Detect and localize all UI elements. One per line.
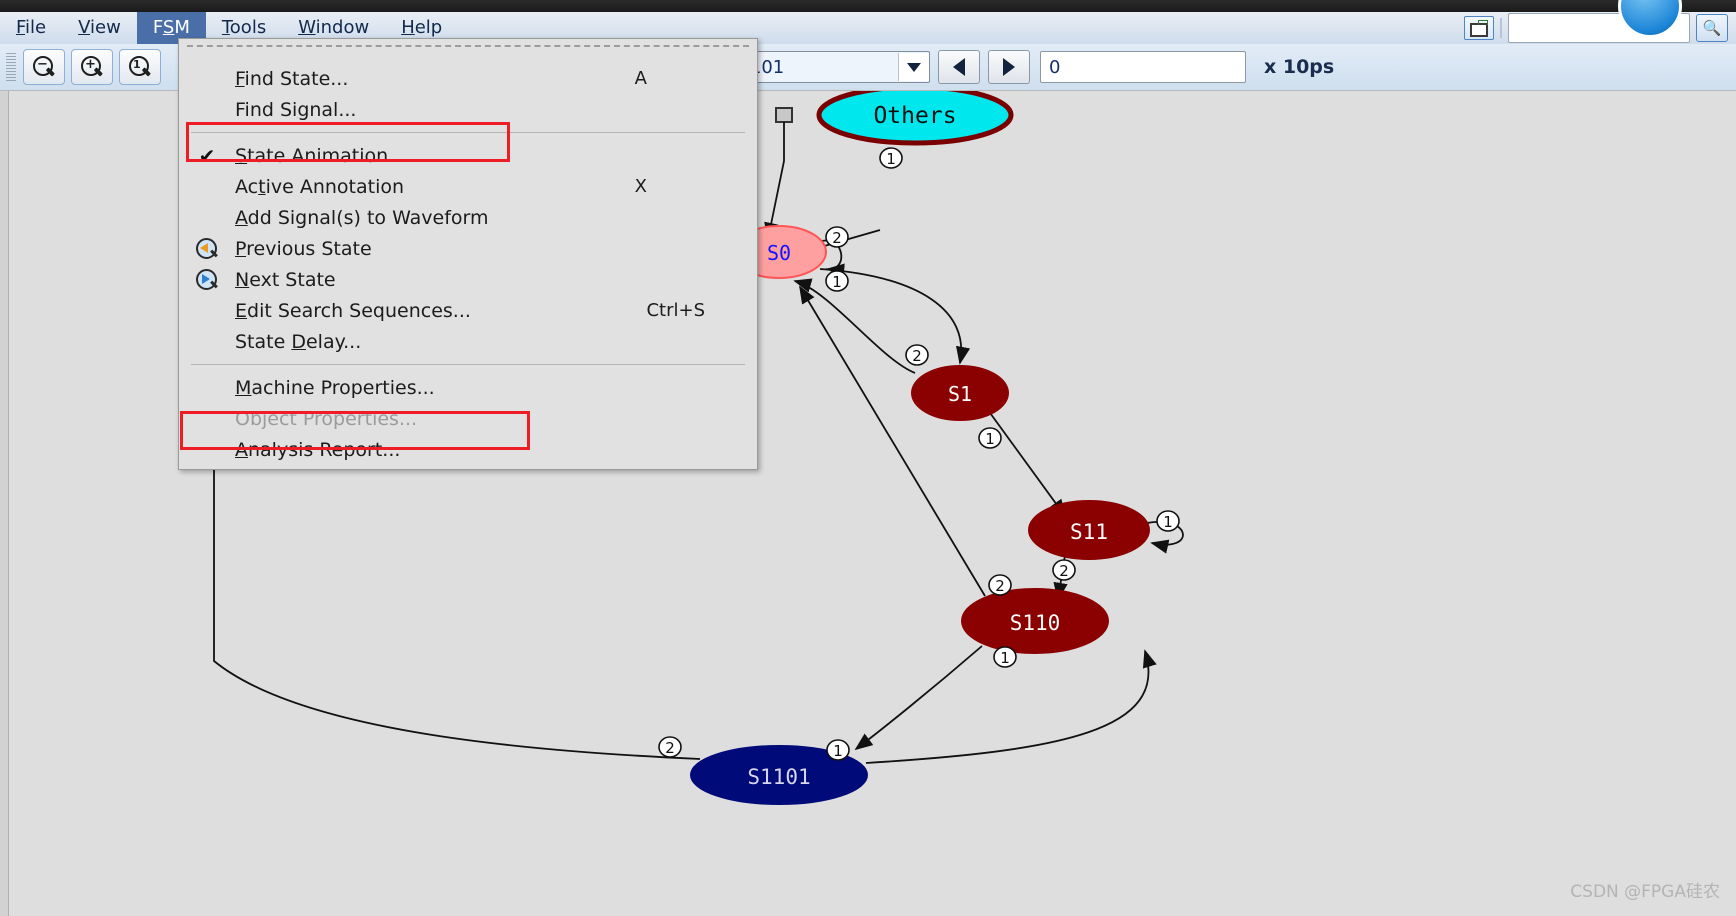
menu-accel-edit-search-sequences: Ctrl+S: [646, 300, 705, 321]
edge-s110-to-s1101: [854, 645, 983, 751]
transition-label: 2: [1059, 562, 1069, 580]
menu-item-state-delay[interactable]: State Delay...: [179, 326, 757, 357]
state-label-s0: S0: [767, 241, 791, 265]
menu-file[interactable]: File: [0, 12, 62, 44]
menu-item-machine-properties[interactable]: Machine Properties...: [179, 372, 757, 403]
menu-view[interactable]: View: [62, 12, 137, 44]
search-icon[interactable]: 🔍: [1696, 14, 1728, 42]
edge-start-to-s0: [764, 122, 785, 241]
transition-label: 2: [832, 229, 842, 247]
transition-label: 2: [912, 347, 922, 365]
state-label-s1: S1: [948, 382, 972, 406]
state-node-s1[interactable]: S1: [911, 365, 1009, 421]
zoom-out-icon[interactable]: −: [23, 49, 65, 85]
next-arrow-icon[interactable]: [988, 50, 1030, 84]
menu-item-add-signals-to-waveform[interactable]: Add Signal(s) to Waveform: [179, 202, 757, 233]
menu-item-find-signal[interactable]: Find Signal...: [179, 94, 757, 125]
transition-label: 1: [832, 273, 842, 291]
zoom-full-label: 1: [133, 58, 141, 71]
toolbar-grip[interactable]: [6, 53, 16, 81]
previous-state-icon: [179, 237, 235, 261]
start-marker: [775, 107, 793, 123]
transition-label: 2: [665, 739, 675, 757]
time-value-text: 0: [1049, 56, 1061, 78]
menu-accel-find-state: A: [634, 68, 647, 89]
transition-label: 1: [886, 150, 896, 168]
edge-s110-to-s0: [799, 285, 986, 597]
fsm-dropdown-menu[interactable]: Find State... A Find Signal... ✔ State A…: [178, 38, 758, 470]
toolbar-separator: [1500, 18, 1502, 38]
menu-item-object-properties: Object Properties...: [179, 403, 757, 434]
menu-item-active-annotation[interactable]: Active Annotation X: [179, 171, 757, 202]
transition-label: 1: [985, 430, 995, 448]
state-node-s110[interactable]: S110: [961, 588, 1109, 654]
restore-window-icon[interactable]: [1464, 16, 1494, 40]
state-label-s1101: S1101: [747, 765, 810, 789]
transition-label: 2: [995, 577, 1005, 595]
edge-s1-to-s0: [793, 278, 916, 374]
checkmark-icon: ✔: [198, 143, 216, 168]
fsm-viewer-window: File View FSM Tools Window Help 🔍 − + 1 …: [0, 0, 1736, 916]
transition-label: 1: [1163, 513, 1173, 531]
titlebar-right-controls: 🔍: [1464, 12, 1736, 44]
menu-tearoff-handle[interactable]: [187, 45, 749, 57]
menu-item-next-state[interactable]: Next State: [179, 264, 757, 295]
window-title-strip: [0, 0, 1736, 12]
time-value-input[interactable]: 0: [1040, 51, 1246, 83]
menu-item-find-state[interactable]: Find State... A: [179, 63, 757, 94]
menu-item-previous-state[interactable]: Previous State: [179, 233, 757, 264]
state-node-s11[interactable]: S11: [1028, 500, 1150, 560]
state-label-others: Others: [873, 103, 956, 129]
zoom-full-icon[interactable]: 1: [119, 49, 161, 85]
menu-label-object-properties: Object Properties...: [235, 407, 418, 430]
menu-item-edit-search-sequences[interactable]: Edit Search Sequences... Ctrl+S: [179, 295, 757, 326]
state-label-s11: S11: [1070, 520, 1108, 544]
menu-item-analysis-report[interactable]: Analysis Report...: [179, 434, 757, 465]
watermark: CSDN @FPGA硅农: [1570, 882, 1720, 902]
time-unit-label: x 10ps: [1264, 56, 1335, 78]
next-state-icon: [179, 268, 235, 292]
state-combo-arrow[interactable]: [898, 53, 929, 81]
previous-arrow-icon[interactable]: [938, 50, 980, 84]
menu-accel-active-annotation: X: [634, 176, 647, 197]
state-label-s110: S110: [1010, 611, 1061, 635]
transition-label: 1: [1000, 649, 1010, 667]
menu-separator: [191, 132, 745, 133]
menu-item-state-animation[interactable]: ✔ State Animation: [179, 140, 757, 171]
state-node-others[interactable]: Others: [816, 91, 1014, 146]
transition-label: 1: [833, 742, 843, 760]
zoom-in-icon[interactable]: +: [71, 49, 113, 85]
menu-separator: [191, 364, 745, 365]
edge-s1-to-s11: [984, 405, 1067, 518]
